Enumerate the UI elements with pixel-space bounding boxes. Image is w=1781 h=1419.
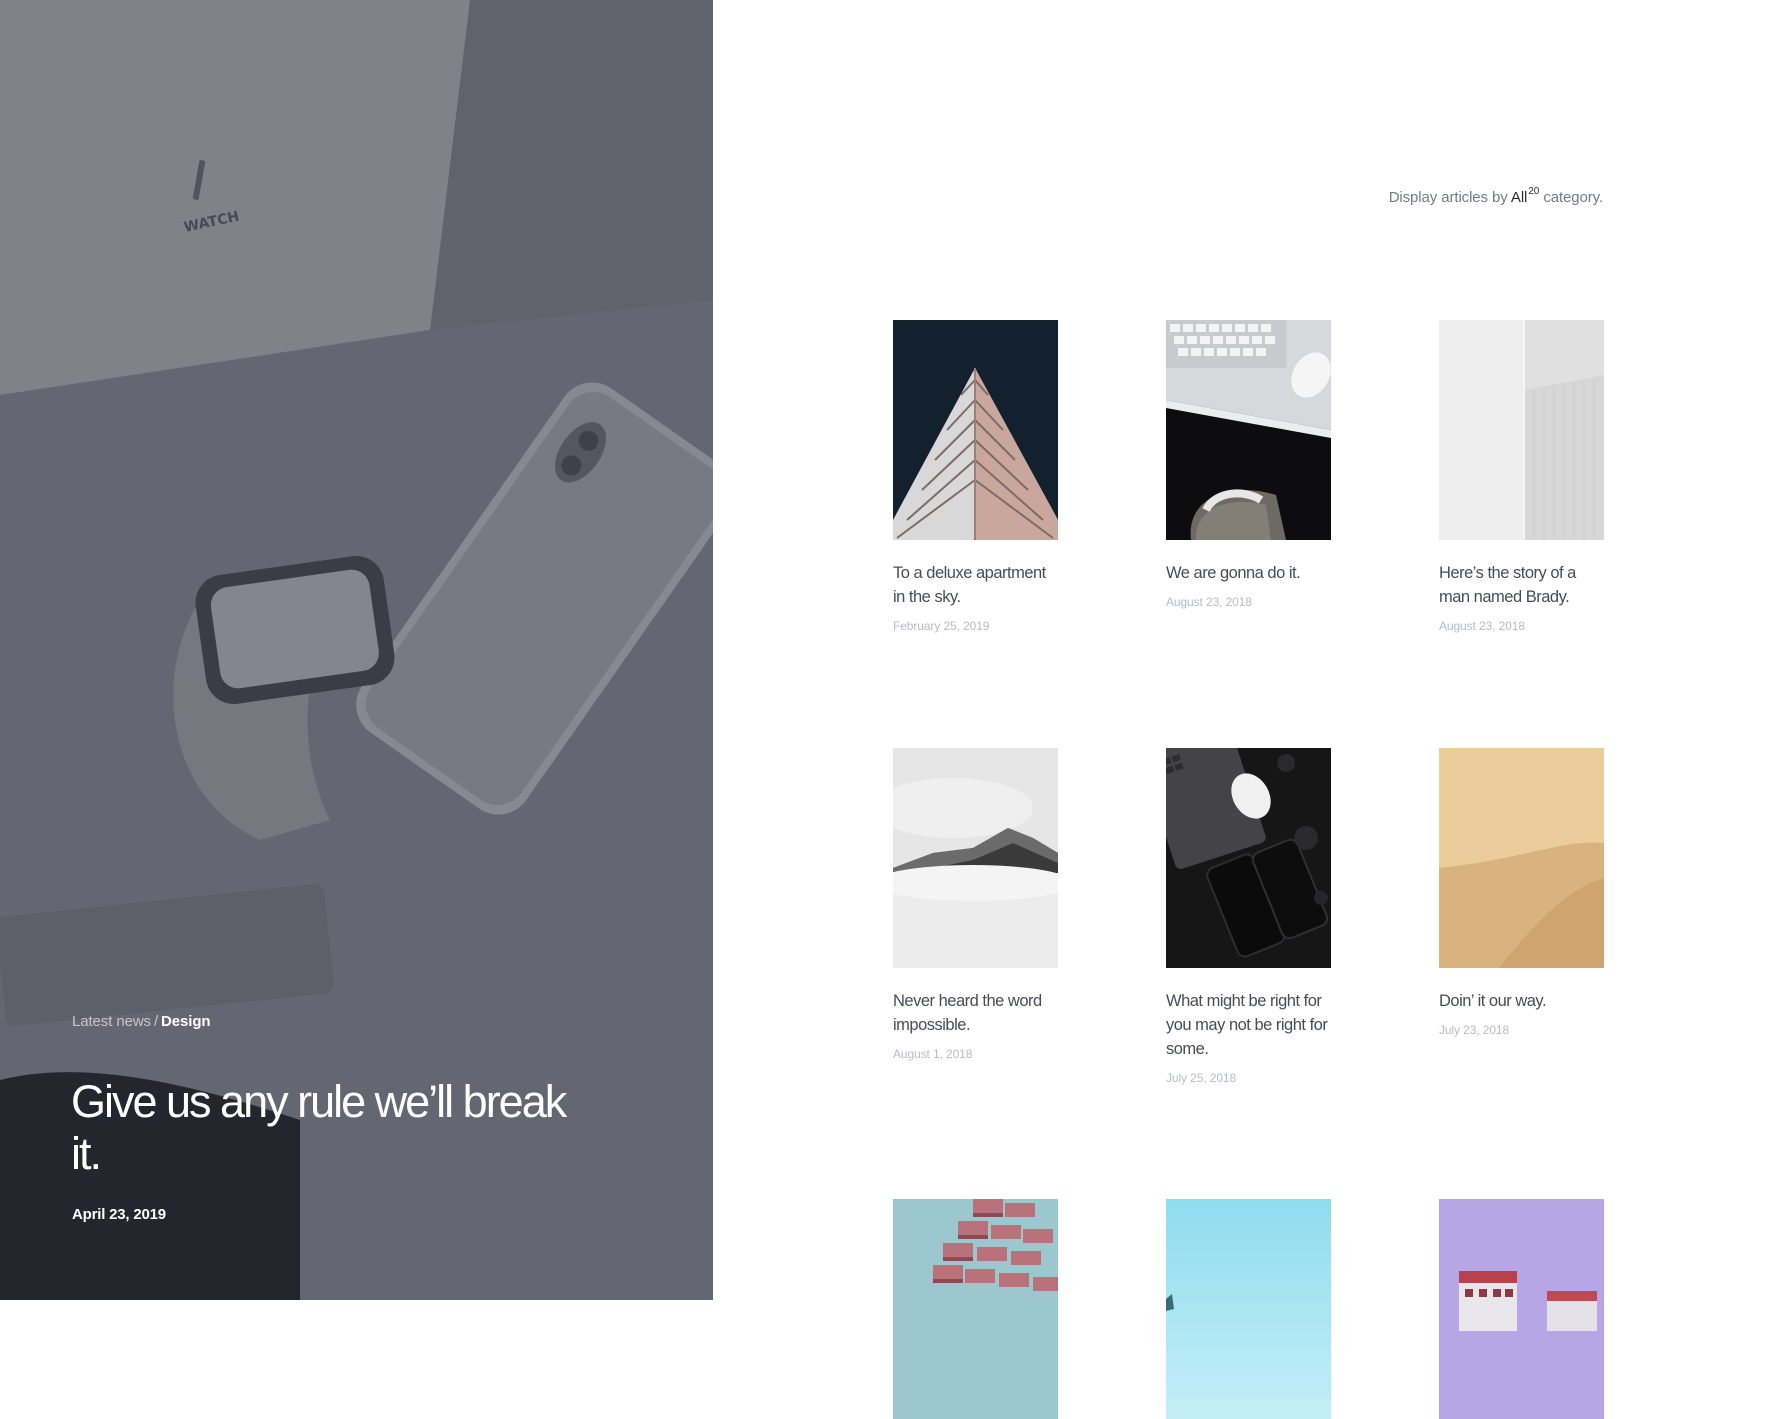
article-date: August 23, 2018 [1439, 619, 1525, 633]
article-title[interactable]: Here’s the story of a man named Brady. [1439, 561, 1605, 609]
article-card[interactable]: Here’s the story of a man named Brady. A… [1439, 320, 1605, 633]
red-balconies-image [893, 1199, 1058, 1419]
article-thumbnail[interactable] [893, 748, 1058, 968]
purple-sky-building-image [1439, 1199, 1604, 1419]
hero-date: April 23, 2019 [72, 1206, 166, 1223]
article-thumbnail[interactable] [1166, 320, 1331, 540]
article-thumbnail[interactable] [893, 320, 1058, 540]
article-card[interactable]: We are gonna do it. August 23, 2018 [1166, 320, 1332, 609]
breadcrumb: Latest news / Design [72, 1013, 211, 1030]
filter-prefix: Display articles by [1388, 189, 1508, 206]
building-image [893, 320, 1058, 540]
article-card[interactable] [1439, 1199, 1605, 1419]
filter-count: 20 [1528, 186, 1540, 197]
article-card[interactable] [893, 1199, 1059, 1419]
article-thumbnail[interactable] [893, 1199, 1058, 1419]
article-thumbnail[interactable] [1166, 1199, 1331, 1419]
article-thumbnail[interactable] [1166, 748, 1331, 968]
article-title[interactable]: What might be right for you may not be r… [1166, 989, 1332, 1061]
misty-mountain-image [893, 748, 1058, 968]
article-title[interactable]: Never heard the word impossible. [893, 989, 1059, 1037]
breadcrumb-latest-news[interactable]: Latest news [72, 1013, 151, 1030]
hero-panel: WATCH Latest news / Design Give us any rul… [0, 0, 713, 1300]
white-wall-image [1439, 320, 1604, 540]
article-thumbnail[interactable] [1439, 1199, 1604, 1419]
desk-keyboard-image [1166, 320, 1331, 540]
article-date: August 1, 2018 [893, 1047, 973, 1061]
article-thumbnail[interactable] [1439, 748, 1604, 968]
article-card[interactable]: Never heard the word impossible. August … [893, 748, 1059, 1061]
article-card[interactable]: To a deluxe apartment in the sky. Februa… [893, 320, 1059, 633]
filter-category-all[interactable]: All [1511, 189, 1527, 206]
filter-suffix: category. [1543, 189, 1603, 206]
article-card[interactable] [1166, 1199, 1332, 1419]
article-title[interactable]: We are gonna do it. [1166, 561, 1332, 585]
article-title[interactable]: Doin’ it our way. [1439, 989, 1605, 1013]
hero-title[interactable]: Give us any rule we’ll break it. [71, 1076, 591, 1180]
blue-sky-image [1166, 1199, 1331, 1419]
article-card[interactable]: Doin’ it our way. July 23, 2018 [1439, 748, 1605, 1037]
dark-gadgets-image [1166, 748, 1331, 968]
category-filter: Display articles by All20 category. [1388, 186, 1603, 206]
article-date: July 25, 2018 [1166, 1071, 1237, 1085]
article-date: July 23, 2018 [1439, 1023, 1510, 1037]
article-date: February 25, 2019 [893, 619, 990, 633]
article-date: August 23, 2018 [1166, 595, 1252, 609]
article-card[interactable]: What might be right for you may not be r… [1166, 748, 1332, 1085]
breadcrumb-design[interactable]: Design [161, 1013, 211, 1030]
article-thumbnail[interactable] [1439, 320, 1604, 540]
sand-dune-image [1439, 748, 1604, 968]
article-title[interactable]: To a deluxe apartment in the sky. [893, 561, 1059, 609]
breadcrumb-separator: / [153, 1013, 159, 1030]
